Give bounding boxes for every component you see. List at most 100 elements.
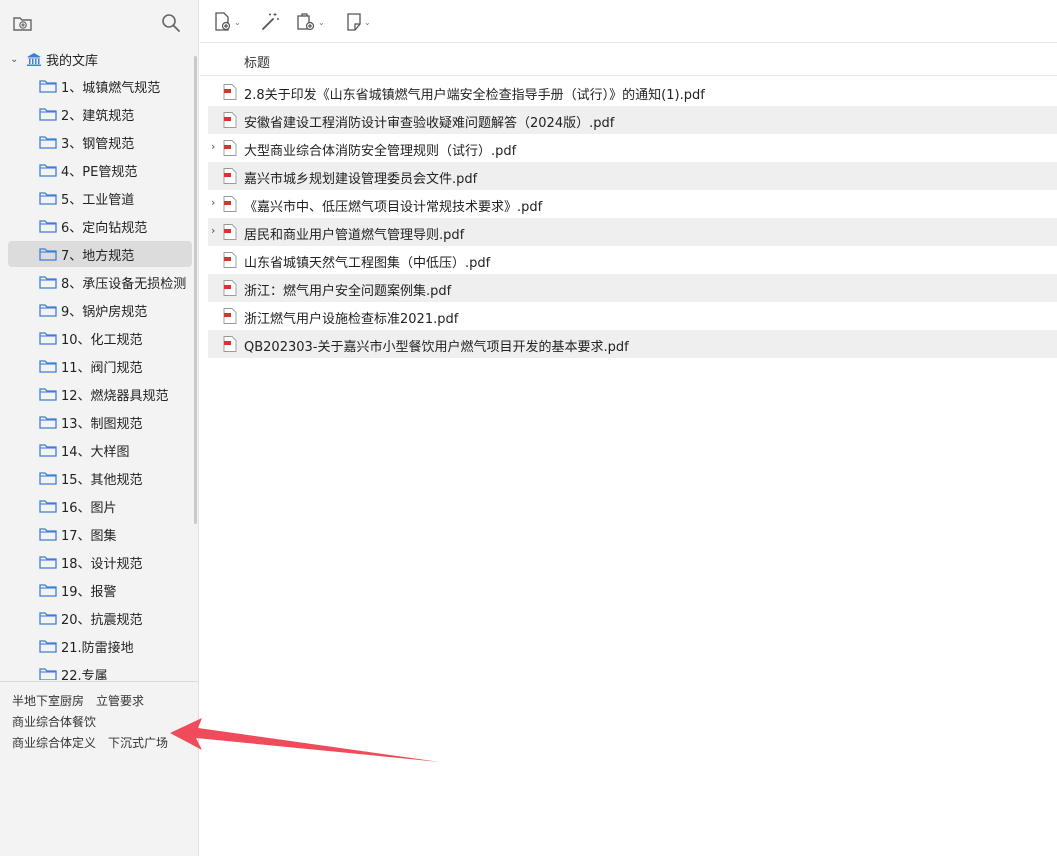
folder-label: 22.专属 — [61, 668, 108, 681]
folder-icon — [39, 472, 57, 485]
folder-item[interactable]: 10、化工规范 — [8, 325, 192, 351]
tag[interactable]: 商业综合体餐饮 — [12, 713, 96, 730]
tag-line: 半地下室厨房 立管要求 — [12, 690, 199, 711]
folder-icon — [39, 640, 57, 653]
pdf-icon — [223, 308, 237, 324]
item-row[interactable]: 嘉兴市城乡规划建设管理委员会文件.pdf — [208, 162, 1057, 190]
pdf-icon — [223, 224, 237, 240]
item-row[interactable]: 2.8关于印发《山东省城镇燃气用户端安全检查指导手册（试行）》的通知(1).pd… — [208, 78, 1057, 106]
chevron-down-icon[interactable]: ⌄ — [10, 54, 20, 65]
magic-wand-icon — [262, 13, 279, 30]
folder-label: 14、大样图 — [61, 444, 130, 460]
folder-item[interactable]: 16、图片 — [8, 493, 192, 519]
folder-item[interactable]: 9、锅炉房规范 — [8, 297, 192, 323]
folder-icon — [39, 164, 57, 177]
item-title: 安徽省建设工程消防设计审查验收疑难问题解答（2024版）.pdf — [244, 116, 615, 131]
sidebar-scrollbar[interactable] — [194, 56, 197, 524]
item-title: 《嘉兴市中、低压燃气项目设计常规技术要求》.pdf — [244, 200, 543, 215]
folder-item[interactable]: 3、钢管规范 — [8, 129, 192, 155]
folder-item[interactable]: 14、大样图 — [8, 437, 192, 463]
item-row[interactable]: › 《嘉兴市中、低压燃气项目设计常规技术要求》.pdf — [208, 190, 1057, 218]
note-icon — [347, 13, 361, 31]
magic-wand-button[interactable] — [260, 11, 280, 33]
chevron-right-icon[interactable]: › — [211, 224, 215, 237]
item-row[interactable]: 浙江燃气用户设施检查标准2021.pdf — [208, 302, 1057, 330]
folder-item[interactable]: 5、工业管道 — [8, 185, 192, 211]
folder-icon — [39, 80, 57, 93]
collection-tree: ⌄ 我的文库 1、城镇燃气规范 2、建筑规范 3、钢管规范 4、PE管规范 5、工业管道… — [0, 44, 199, 680]
folder-add-icon[interactable] — [12, 12, 34, 34]
item-title: 浙江：燃气用户安全问题案例集.pdf — [244, 284, 452, 299]
folder-label: 10、化工规范 — [61, 332, 143, 348]
folder-label: 3、钢管规范 — [61, 136, 135, 152]
folder-label: 8、承压设备无损检测 — [61, 276, 187, 292]
folder-item[interactable]: 17、图集 — [8, 521, 192, 547]
pdf-icon — [223, 168, 237, 184]
folder-label: 19、报警 — [61, 584, 117, 600]
folder-item[interactable]: 12、燃烧器具规范 — [8, 381, 192, 407]
folder-item[interactable]: 19、报警 — [8, 577, 192, 603]
folder-icon — [39, 444, 57, 457]
folder-label: 11、阀门规范 — [61, 360, 143, 376]
chevron-right-icon[interactable]: › — [211, 196, 215, 209]
tag[interactable]: 半地下室厨房 — [12, 692, 84, 709]
folder-icon — [39, 332, 57, 345]
tag[interactable]: 下沉式广场 — [108, 734, 168, 751]
item-title: 2.8关于印发《山东省城镇燃气用户端安全检查指导手册（试行）》的通知(1).pd… — [244, 88, 705, 103]
title-column-header[interactable]: 标题 — [244, 52, 270, 71]
folder-item[interactable]: 11、阀门规范 — [8, 353, 192, 379]
folder-item[interactable]: 21.防雷接地 — [8, 633, 192, 659]
chevron-right-icon[interactable]: › — [211, 140, 215, 153]
new-item-button[interactable]: ⌄ — [214, 11, 241, 33]
item-row[interactable]: 安徽省建设工程消防设计审查验收疑难问题解答（2024版）.pdf — [208, 106, 1057, 134]
item-row[interactable]: › 大型商业综合体消防安全管理规则（试行）.pdf — [208, 134, 1057, 162]
folder-icon — [39, 136, 57, 149]
item-title: 浙江燃气用户设施检查标准2021.pdf — [244, 312, 459, 327]
library-root[interactable]: ⌄ 我的文库 — [0, 48, 199, 70]
folder-icon — [39, 528, 57, 541]
item-row[interactable]: QB202303-关于嘉兴市小型餐饮用户燃气项目开发的基本要求.pdf — [208, 330, 1057, 358]
pdf-icon — [223, 252, 237, 268]
new-note-button[interactable]: ⌄ — [346, 11, 371, 33]
folder-item[interactable]: 18、设计规范 — [8, 549, 192, 575]
folder-item[interactable]: 6、定向钻规范 — [8, 213, 192, 239]
folder-item[interactable]: 4、PE管规范 — [8, 157, 192, 183]
folder-item[interactable]: 15、其他规范 — [8, 465, 192, 491]
folder-icon — [39, 276, 57, 289]
sidebar-toolbar — [0, 0, 199, 44]
item-row[interactable]: 山东省城镇天然气工程图集（中低压）.pdf — [208, 246, 1057, 274]
item-title: QB202303-关于嘉兴市小型餐饮用户燃气项目开发的基本要求.pdf — [244, 340, 629, 355]
main-toolbar: ⌄ ⌄ ⌄ — [200, 0, 1057, 43]
folder-item[interactable]: 8、承压设备无损检测 — [8, 269, 192, 295]
folder-icon — [39, 416, 57, 429]
folder-label: 12、燃烧器具规范 — [61, 388, 169, 404]
folder-label: 7、地方规范 — [61, 248, 135, 264]
folder-label: 1、城镇燃气规范 — [61, 80, 161, 96]
folder-label: 16、图片 — [61, 500, 117, 516]
folder-item[interactable]: 22.专属 — [8, 661, 192, 680]
item-title: 嘉兴市城乡规划建设管理委员会文件.pdf — [244, 172, 478, 187]
folder-item[interactable]: 13、制图规范 — [8, 409, 192, 435]
folder-label: 6、定向钻规范 — [61, 220, 148, 236]
pdf-icon — [223, 336, 237, 352]
folder-item[interactable]: 7、地方规范 — [8, 241, 192, 267]
pdf-icon — [223, 112, 237, 128]
tag[interactable]: 立管要求 — [96, 692, 144, 709]
folder-label: 2、建筑规范 — [61, 108, 135, 124]
items-column-header[interactable]: 标题 — [200, 44, 1057, 76]
pdf-icon — [223, 84, 237, 100]
folder-icon — [39, 556, 57, 569]
item-title: 居民和商业用户管道燃气管理导则.pdf — [244, 228, 465, 243]
folder-label: 5、工业管道 — [61, 192, 135, 208]
tag[interactable]: 商业综合体定义 — [12, 734, 96, 751]
item-row[interactable]: 浙江：燃气用户安全问题案例集.pdf — [208, 274, 1057, 302]
folder-item[interactable]: 1、城镇燃气规范 — [8, 73, 192, 99]
add-attachment-button[interactable]: ⌄ — [296, 11, 325, 33]
pdf-icon — [223, 280, 237, 296]
folder-label: 18、设计规范 — [61, 556, 143, 572]
folder-item[interactable]: 2、建筑规范 — [8, 101, 192, 127]
search-icon[interactable] — [160, 12, 182, 34]
folder-item[interactable]: 20、抗震规范 — [8, 605, 192, 631]
item-row[interactable]: › 居民和商业用户管道燃气管理导则.pdf — [208, 218, 1057, 246]
folder-label: 4、PE管规范 — [61, 164, 138, 180]
